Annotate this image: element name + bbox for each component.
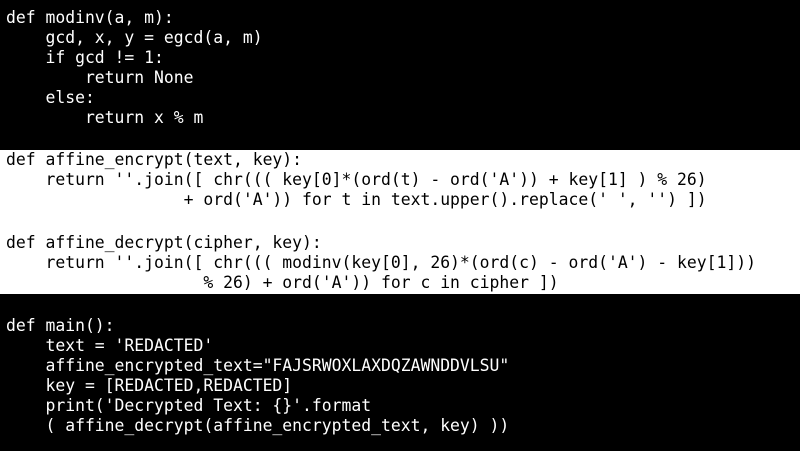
code-line: return x % m	[6, 108, 204, 127]
code-line: def affine_encrypt(text, key):	[6, 150, 303, 169]
code-block-modinv: def modinv(a, m): gcd, x, y = egcd(a, m)…	[0, 0, 800, 150]
code-line: affine_encrypted_text="FAJSRWOXLAXDQZAWN…	[6, 356, 510, 375]
code-block-main: def main(): text = 'REDACTED' affine_enc…	[0, 294, 800, 451]
code-line: % 26) + ord('A')) for c in cipher ])	[6, 273, 559, 292]
code-line: return ''.join([ chr((( modinv(key[0], 2…	[6, 253, 756, 272]
code-block-affine-highlighted: def affine_encrypt(text, key): return ''…	[0, 150, 800, 294]
code-line: if gcd != 1:	[6, 48, 164, 67]
code-editor[interactable]: def modinv(a, m): gcd, x, y = egcd(a, m)…	[0, 0, 800, 451]
code-line: else:	[6, 88, 95, 107]
code-line: def main():	[6, 316, 115, 335]
code-line: + ord('A')) for t in text.upper().replac…	[6, 190, 707, 209]
code-line: print('Decrypted Text: {}'.format	[6, 396, 372, 415]
code-line: def affine_decrypt(cipher, key):	[6, 233, 322, 252]
code-line: def modinv(a, m):	[6, 8, 174, 27]
code-line: key = [REDACTED,REDACTED]	[6, 376, 293, 395]
code-line: return ''.join([ chr((( key[0]*(ord(t) -…	[6, 170, 707, 189]
code-line: text = 'REDACTED'	[6, 336, 214, 355]
code-line: return None	[6, 68, 194, 87]
code-line: ( affine_decrypt(affine_encrypted_text, …	[6, 416, 510, 435]
code-line: gcd, x, y = egcd(a, m)	[6, 28, 263, 47]
